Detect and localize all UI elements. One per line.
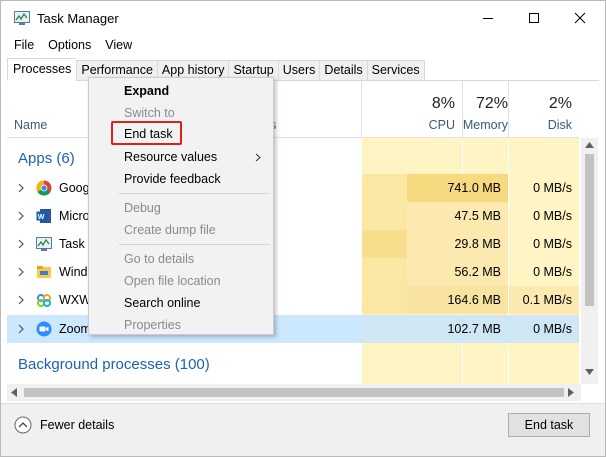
memory-value: 102.7 MB bbox=[407, 315, 508, 343]
disk-percent: 2% bbox=[548, 95, 572, 112]
chevron-right-icon[interactable] bbox=[16, 323, 26, 335]
end-task-highlight bbox=[111, 121, 182, 145]
minimize-button[interactable] bbox=[465, 1, 511, 35]
tab-services[interactable]: Services bbox=[366, 60, 425, 81]
chrome-icon bbox=[36, 180, 52, 196]
disk-value: 0 MB/s bbox=[509, 174, 579, 202]
task-manager-window: Task Manager File Options View Processes… bbox=[0, 0, 606, 457]
explorer-icon bbox=[37, 266, 51, 278]
submenu-arrow-icon bbox=[255, 153, 261, 162]
memory-value: 47.5 MB bbox=[407, 202, 508, 230]
close-button[interactable] bbox=[557, 1, 603, 35]
disk-value: 0 MB/s bbox=[509, 230, 579, 258]
vertical-scrollbar[interactable] bbox=[581, 138, 598, 384]
column-name[interactable]: Name bbox=[14, 118, 47, 132]
menu-resource-values[interactable]: Resource values bbox=[124, 150, 217, 164]
scroll-right-icon[interactable] bbox=[568, 388, 574, 397]
horizontal-scrollbar[interactable] bbox=[7, 384, 581, 401]
disk-value: 0 MB/s bbox=[509, 315, 579, 343]
vertical-scroll-thumb[interactable] bbox=[585, 154, 594, 306]
menu-switch-to[interactable]: Switch to bbox=[124, 106, 175, 120]
scroll-up-icon[interactable] bbox=[585, 142, 594, 148]
maximize-icon bbox=[529, 13, 539, 23]
chevron-right-icon[interactable] bbox=[16, 266, 26, 278]
menu-options[interactable]: Options bbox=[41, 36, 98, 54]
disk-value: 0.1 MB/s bbox=[509, 286, 579, 314]
title-bar: Task Manager bbox=[1, 1, 605, 35]
menu-create-dump-file[interactable]: Create dump file bbox=[124, 223, 216, 237]
group-apps: Apps (6) bbox=[18, 150, 75, 167]
menu-debug[interactable]: Debug bbox=[124, 201, 161, 215]
menu-properties[interactable]: Properties bbox=[124, 318, 181, 332]
menu-open-file-location[interactable]: Open file location bbox=[124, 274, 221, 288]
chevron-up-circle-icon[interactable] bbox=[14, 416, 32, 434]
fewer-details-link[interactable]: Fewer details bbox=[40, 418, 114, 432]
minimize-icon bbox=[483, 18, 493, 19]
horizontal-scroll-thumb[interactable] bbox=[24, 388, 564, 397]
menu-provide-feedback[interactable]: Provide feedback bbox=[124, 172, 221, 186]
window-title: Task Manager bbox=[37, 11, 119, 26]
memory-percent: 72% bbox=[475, 95, 508, 112]
close-icon bbox=[574, 12, 586, 24]
task-manager-icon bbox=[36, 237, 52, 251]
tab-users[interactable]: Users bbox=[277, 60, 320, 81]
menu-separator bbox=[119, 193, 269, 194]
zoom-icon bbox=[36, 321, 52, 337]
column-disk[interactable]: 2% Disk bbox=[509, 81, 579, 137]
chevron-right-icon[interactable] bbox=[16, 210, 26, 222]
memory-value: 29.8 MB bbox=[407, 230, 508, 258]
chevron-right-icon[interactable] bbox=[16, 238, 26, 250]
disk-label: Disk bbox=[547, 118, 572, 132]
maximize-button[interactable] bbox=[511, 1, 557, 35]
process-name: Zoom bbox=[59, 322, 91, 336]
task-manager-app-icon bbox=[14, 11, 30, 25]
scroll-left-icon[interactable] bbox=[11, 388, 17, 397]
process-name: WXW bbox=[59, 293, 91, 307]
process-name: Goog bbox=[59, 181, 90, 195]
word-icon: W bbox=[36, 209, 51, 223]
wxwork-icon bbox=[37, 294, 51, 307]
footer-bar: Fewer details End task bbox=[1, 403, 605, 456]
menu-expand[interactable]: Expand bbox=[124, 84, 169, 98]
menu-bar: File Options View bbox=[7, 36, 139, 54]
scroll-down-icon[interactable] bbox=[585, 369, 594, 375]
disk-value: 0 MB/s bbox=[509, 202, 579, 230]
column-memory-wrap: 72% Memory bbox=[407, 81, 508, 137]
menu-go-to-details[interactable]: Go to details bbox=[124, 252, 194, 266]
memory-value: 741.0 MB bbox=[407, 174, 508, 202]
menu-file[interactable]: File bbox=[7, 36, 41, 54]
memory-value: 56.2 MB bbox=[407, 258, 508, 286]
svg-text:W: W bbox=[38, 214, 45, 221]
disk-value: 0 MB/s bbox=[509, 258, 579, 286]
menu-search-online[interactable]: Search online bbox=[124, 296, 200, 310]
chevron-right-icon[interactable] bbox=[16, 294, 26, 306]
end-task-button[interactable]: End task bbox=[508, 413, 590, 437]
tab-details[interactable]: Details bbox=[319, 60, 367, 81]
memory-label: Memory bbox=[462, 118, 508, 132]
process-name: Micro bbox=[59, 209, 90, 223]
context-menu: Expand Switch to End task Resource value… bbox=[88, 77, 274, 335]
menu-view[interactable]: View bbox=[98, 36, 139, 54]
chevron-right-icon[interactable] bbox=[16, 182, 26, 194]
tab-processes[interactable]: Processes bbox=[7, 58, 77, 81]
group-background: Background processes (100) bbox=[18, 356, 210, 373]
menu-separator bbox=[119, 244, 269, 245]
memory-value: 164.6 MB bbox=[407, 286, 508, 314]
